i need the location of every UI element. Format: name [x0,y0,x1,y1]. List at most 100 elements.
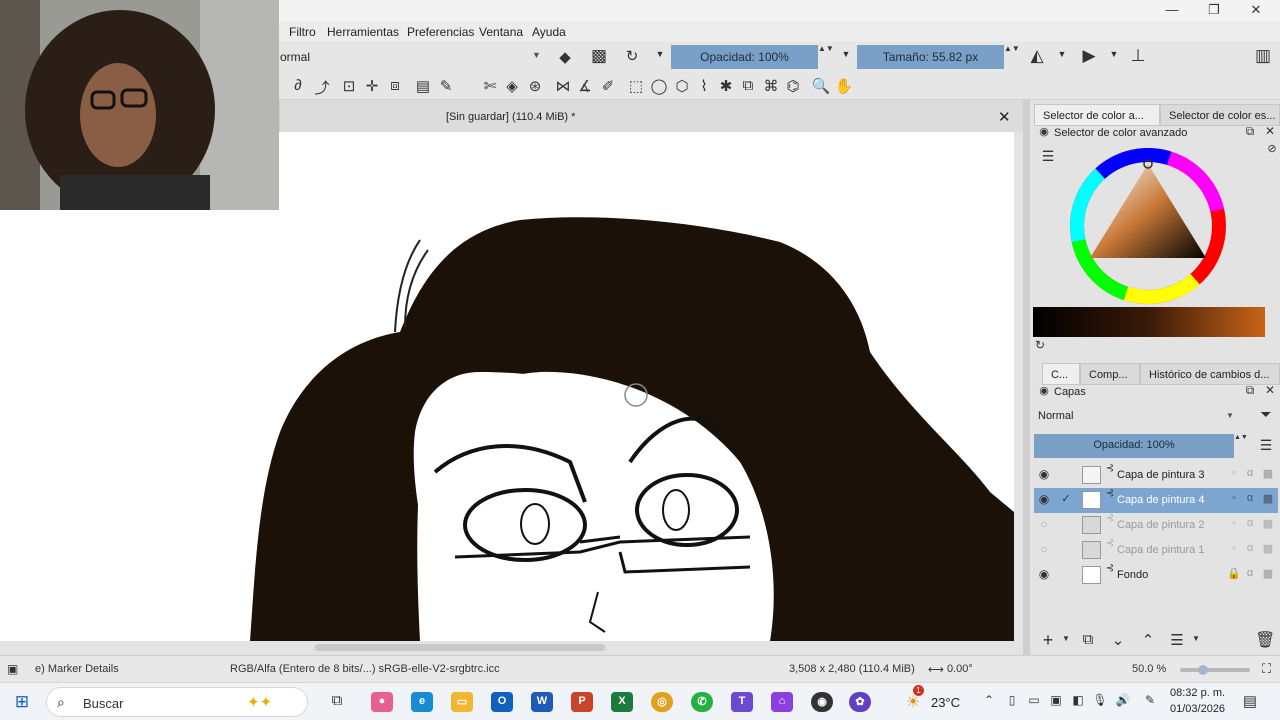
delete-layer-icon[interactable]: 🗑 [1255,630,1275,650]
transform-icon[interactable]: ⊡ [339,77,359,95]
magnetic-select-icon[interactable]: ⌬ [783,77,803,95]
assistant-tool-icon[interactable]: ⊛ [525,77,545,95]
refresh-icon[interactable]: ↻ [1030,338,1050,352]
smart-patch-icon[interactable]: ✄ [480,77,500,95]
layer-properties-icon[interactable]: ☰ [1167,631,1187,649]
excel-icon[interactable]: X [611,692,633,712]
vertical-scrollbar[interactable] [1014,132,1023,641]
powerpoint-icon[interactable]: P [571,692,593,712]
tab-advanced-color-selector[interactable]: Selector de color a... [1034,104,1160,126]
inherit-alpha-icon[interactable]: ▩ [1258,542,1278,555]
fullscreen-icon[interactable]: ⛶ [1262,661,1271,677]
file-explorer-icon[interactable]: ▭ [451,692,473,712]
rotation-value[interactable]: 0.00° [947,663,973,675]
obs-icon[interactable]: ◉ [811,692,833,712]
color-wheel[interactable] [1066,144,1230,308]
close-icon[interactable]: ✕ [1260,124,1280,138]
mirror-vertical-icon[interactable]: ▶ [1079,46,1099,66]
layer-row[interactable]: ○ ⊰ Capa de pintura 1 ▫ α ▩ [1034,538,1278,563]
workspace-icon[interactable]: ▥ [1253,46,1273,66]
ellipse-select-icon[interactable]: ◯ [649,77,669,95]
layer-row[interactable]: ◉ ✓ ⊰ Capa de pintura 4 ▫ α ▩ [1034,488,1278,513]
pan-pen-icon[interactable]: ✐ [598,77,618,95]
reload-preset-icon[interactable]: ↻ [622,47,642,65]
alpha-icon[interactable]: α [1240,517,1260,529]
rotate-icon[interactable]: ⟷ [928,663,944,676]
tray-app-icon[interactable]: ▣ [1046,693,1066,707]
crop-icon[interactable]: ⧈ [385,77,405,94]
dynamic-brush-icon[interactable]: ⤴ [312,77,332,98]
menu-icon[interactable]: ☰ [1256,437,1276,454]
chrome-icon[interactable]: ◎ [651,692,673,712]
pen-icon[interactable]: ✎ [1140,693,1160,707]
move-layer-up-icon[interactable]: ⌃ [1138,631,1158,649]
mirror-horizontal-icon[interactable]: ◭ [1027,46,1047,66]
windows-start-icon[interactable]: ⊞ [12,692,32,712]
pan-hand-icon[interactable]: ✋ [834,77,854,95]
clock-time[interactable]: 08:32 p. m. [1170,687,1225,699]
chevron-down-icon[interactable]: ▼ [650,49,670,59]
zoom-slider-handle[interactable] [1198,665,1208,675]
spin-arrows-icon[interactable]: ▲▼ [1004,44,1020,53]
similar-select-icon[interactable]: ⧉ [738,77,758,94]
visibility-hidden-icon[interactable]: ○ [1034,542,1054,556]
gradient-icon[interactable]: ▤ [413,77,433,95]
layer-row[interactable]: ◉ ⊰ Fondo 🔒 α ▩ [1034,563,1278,588]
volume-icon[interactable]: 🔊 [1113,693,1133,707]
spin-arrows-icon[interactable]: ▲▼ [818,44,834,53]
wrap-around-icon[interactable]: ⊥ [1128,46,1148,66]
alpha-icon[interactable]: α [1240,542,1260,554]
magic-wand-icon[interactable]: ✱ [716,77,736,95]
float-icon[interactable]: ⧉ [1240,383,1260,398]
outlook-icon[interactable]: O [491,692,513,712]
chevron-down-icon[interactable]: ▼ [1186,634,1206,643]
no-color-icon[interactable]: ⊘ [1262,142,1280,155]
minimize-button[interactable]: — [1152,2,1192,20]
chevron-down-icon[interactable]: ▼ [1056,634,1076,643]
tab-c[interactable]: C... [1042,363,1080,385]
whatsapp-icon[interactable]: ✆ [691,692,713,712]
task-view-icon[interactable]: ⧉ [327,692,347,709]
close-window-button[interactable]: ✕ [1236,2,1276,20]
bezier-select-icon[interactable]: ⌘ [761,77,781,95]
microphone-icon[interactable]: 🎙 [1090,693,1110,707]
color-picker-icon[interactable]: ✎ [436,77,456,95]
lock-icon[interactable]: ◉ [1034,384,1054,397]
menu-preferencias[interactable]: Preferencias [407,25,474,39]
chevron-down-icon[interactable]: ▼ [1104,49,1124,59]
inherit-alpha-icon[interactable]: ▩ [1258,492,1278,505]
zoom-icon[interactable]: 🔍 [811,77,831,95]
tab-specific-color-selector[interactable]: Selector de color es... [1160,104,1280,126]
alpha-icon[interactable]: α [1240,567,1260,579]
close-icon[interactable]: ✕ [1260,383,1280,397]
menu-filtro[interactable]: Filtro [289,25,316,39]
bezier-curve-icon[interactable]: ∂ [288,77,308,94]
layer-row[interactable]: ◉ ⊰ Capa de pintura 3 ▫ α ▩ [1034,463,1278,488]
tab-comp[interactable]: Comp... [1080,363,1140,385]
rect-select-icon[interactable]: ⬚ [626,77,646,95]
horizontal-scrollbar[interactable] [0,641,1023,655]
move-layer-down-icon[interactable]: ⌄ [1108,631,1128,649]
tray-app-icon[interactable]: ▯ [1002,693,1022,707]
blend-mode-select[interactable]: ormal ▼ [280,46,545,68]
opacity-slider[interactable]: Opacidad: 100% [671,45,818,69]
spin-arrows-icon[interactable]: ▲▼ [1234,434,1248,441]
layer-blend-mode-select[interactable]: Normal ▼ [1034,405,1244,427]
alpha-lock-icon[interactable]: ▩ [589,46,609,66]
notifications-icon[interactable]: ▤ [1240,692,1260,710]
document-tab[interactable]: [Sin guardar] (110.4 MiB) * ✕ [280,100,1023,132]
tab-history[interactable]: Histórico de cambios d... [1140,363,1280,385]
search-box[interactable]: ⌕ Buscar ✦✦ [46,687,308,717]
zoom-slider[interactable] [1180,665,1250,675]
inherit-alpha-icon[interactable]: ▩ [1258,517,1278,530]
zoom-value[interactable]: 50.0 % [1132,663,1166,675]
add-layer-icon[interactable]: + [1038,630,1058,651]
inherit-alpha-icon[interactable]: ▩ [1258,467,1278,480]
alpha-icon[interactable]: α [1240,467,1260,479]
chevron-up-icon[interactable]: ⌃ [979,693,999,707]
restore-button[interactable]: ❐ [1194,2,1234,20]
twitch-icon[interactable]: ⌂ [771,692,793,712]
settings-list-icon[interactable]: ☰ [1038,148,1058,165]
menu-ventana[interactable]: Ventana [479,25,523,39]
filter-icon[interactable]: ⏷ [1256,406,1276,423]
